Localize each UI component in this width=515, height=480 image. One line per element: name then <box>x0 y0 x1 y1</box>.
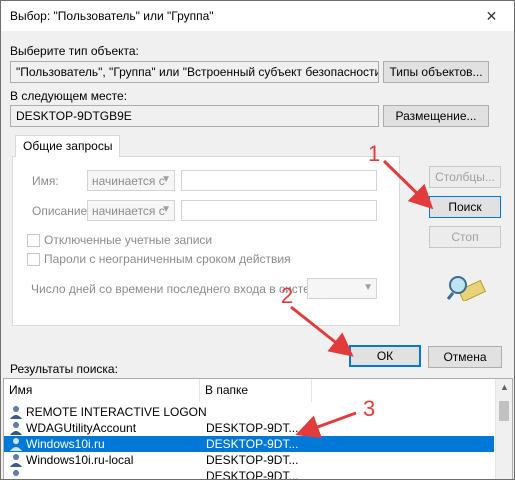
row-folder: DESKTOP-9DT... <box>206 453 298 467</box>
annotation-marker-1: 1 <box>368 141 381 166</box>
chevron-down-icon: ▼ <box>161 204 171 215</box>
cancel-button[interactable]: Отмена <box>428 346 502 368</box>
days-since-logon-dropdown[interactable]: ▼ <box>307 278 377 299</box>
row-folder: DESKTOP-9DT... <box>206 469 298 480</box>
table-row[interactable]: REMOTE INTERACTIVE LOGON <box>4 404 494 420</box>
name-label: Имя: <box>32 174 59 188</box>
table-row[interactable]: Windows10i.ru-local DESKTOP-9DT... <box>4 452 494 468</box>
user-icon <box>9 437 23 451</box>
annotation-marker-2: 2 <box>281 283 294 308</box>
row-name: Windows10i.ru-local <box>26 453 134 467</box>
column-header-folder[interactable]: В папке <box>200 379 312 402</box>
object-type-field: "Пользователь", "Группа" или "Встроенный… <box>10 61 379 83</box>
table-row-selected[interactable]: Windows10i.ru DESKTOP-9DT... <box>4 436 494 452</box>
object-type-label: Выберите тип объекта: <box>10 44 139 58</box>
name-match-value: начинается с <box>92 174 165 188</box>
column-header-name[interactable]: Имя <box>4 379 200 402</box>
description-match-dropdown[interactable]: начинается с ▼ <box>87 200 175 221</box>
chevron-down-icon: ▼ <box>161 174 171 185</box>
no-expire-password-checkbox[interactable] <box>27 253 40 266</box>
row-folder: DESKTOP-9DT... <box>206 421 298 435</box>
description-label: Описание: <box>32 204 91 218</box>
search-results-label: Результаты поиска: <box>10 362 118 376</box>
row-name: REMOTE INTERACTIVE LOGON <box>26 405 207 419</box>
dialog-window: Выбор: "Пользователь" или "Группа" ✕ Выб… <box>0 0 515 480</box>
name-input[interactable] <box>181 170 377 191</box>
stop-button[interactable]: Стоп <box>429 226 501 248</box>
window-title: Выбор: "Пользователь" или "Группа" <box>10 9 214 23</box>
chevron-down-icon: ▼ <box>363 282 373 293</box>
location-label: В следующем месте: <box>10 89 128 103</box>
ok-button[interactable]: ОК <box>349 345 421 367</box>
search-button[interactable]: Поиск <box>429 196 501 218</box>
table-row[interactable]: WDAGUtilityAccount DESKTOP-9DT... <box>4 420 494 436</box>
no-expire-password-label: Пароли с неограниченным сроком действия <box>44 252 291 266</box>
columns-button[interactable]: Столбцы... <box>429 166 501 188</box>
disabled-accounts-label: Отключенные учетные записи <box>44 233 213 247</box>
tab-common-queries[interactable]: Общие запросы <box>15 135 121 157</box>
scroll-thumb[interactable] <box>499 401 509 421</box>
search-magnifier-icon <box>446 276 486 301</box>
description-match-value: начинается с <box>92 204 165 218</box>
close-button[interactable]: ✕ <box>469 1 514 31</box>
locations-button[interactable]: Размещение... <box>383 105 489 127</box>
name-match-dropdown[interactable]: начинается с ▼ <box>87 170 175 191</box>
search-results-list[interactable]: Имя В папке REMOTE INTERACTIVE LOGON WDA… <box>3 378 513 480</box>
row-folder: DESKTOP-9DT... <box>206 437 298 451</box>
object-types-button[interactable]: Типы объектов... <box>383 61 489 83</box>
user-icon <box>9 469 23 479</box>
user-icon <box>9 421 23 435</box>
row-name: WDAGUtilityAccount <box>26 421 137 435</box>
row-name: Windows10i.ru <box>26 437 105 451</box>
table-row[interactable]: DESKTOP-9DT... <box>4 468 494 480</box>
user-icon <box>9 453 23 467</box>
user-icon <box>9 405 23 419</box>
description-input[interactable] <box>181 200 377 221</box>
location-field: DESKTOP-9DTGB9E <box>10 105 379 127</box>
disabled-accounts-checkbox[interactable] <box>27 234 40 247</box>
title-bar: Выбор: "Пользователь" или "Группа" ✕ <box>1 1 514 31</box>
scroll-up-icon[interactable]: ▲ <box>496 382 513 392</box>
vertical-scrollbar[interactable]: ▲ <box>495 379 513 479</box>
annotation-marker-3: 3 <box>363 396 376 421</box>
